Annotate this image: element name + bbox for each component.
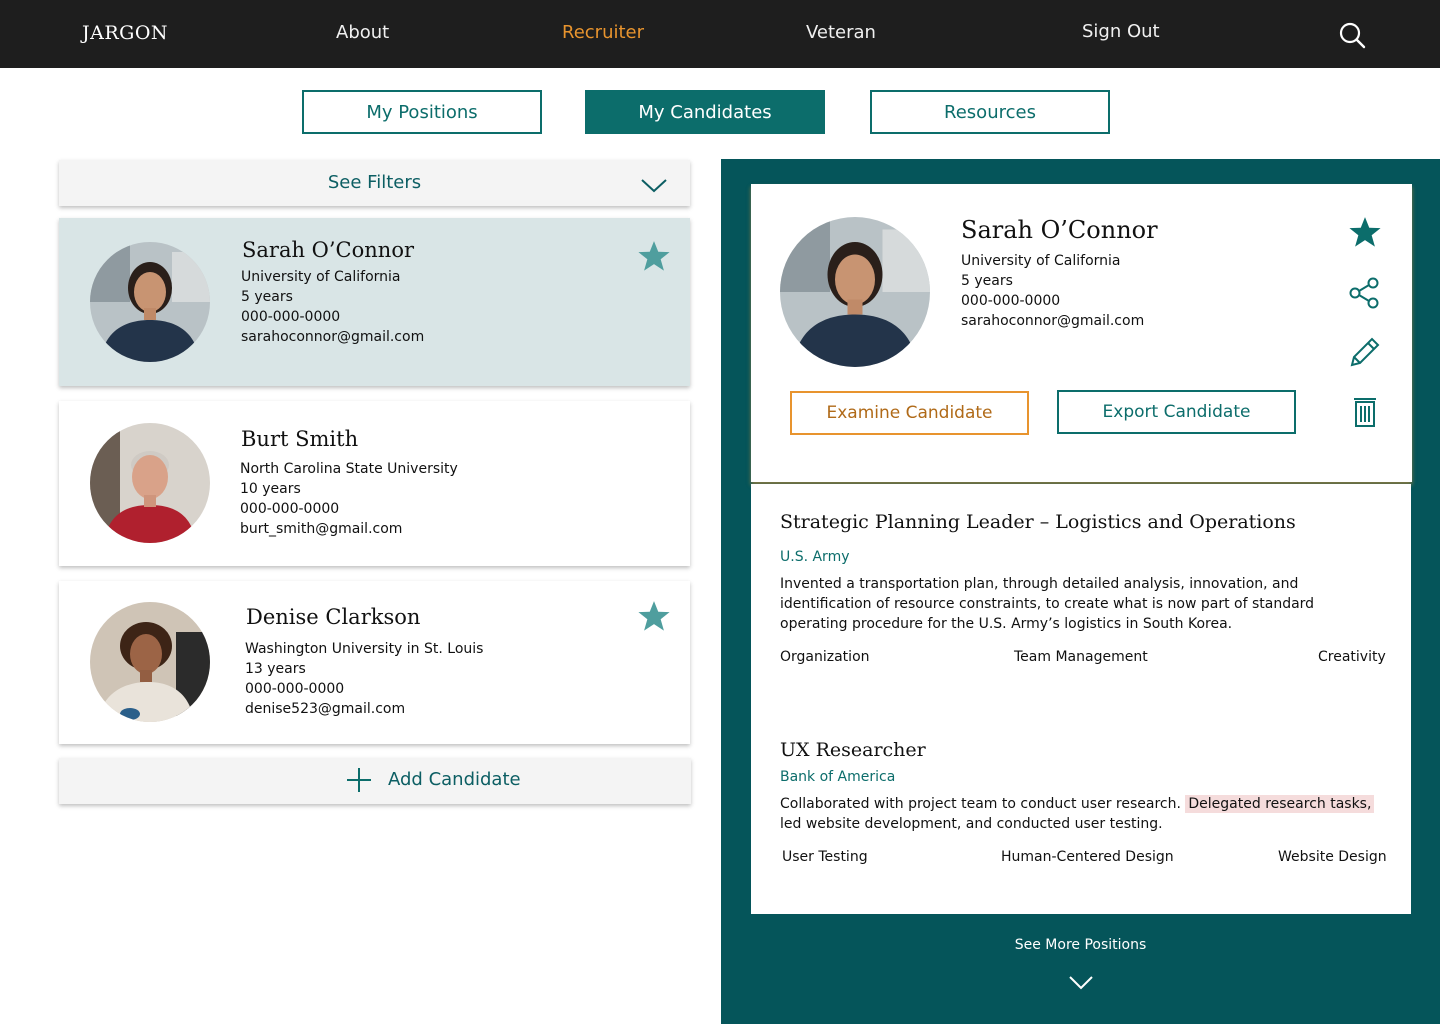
candidate-email: burt_smith@gmail.com [240,521,403,537]
detail-school: University of California [961,253,1121,269]
skill-tag: Creativity [1318,649,1386,665]
candidate-card[interactable]: Sarah O’Connor University of California … [59,218,690,386]
star-icon[interactable] [637,239,671,273]
position-org: U.S. Army [780,549,850,565]
nav-veteran[interactable]: Veteran [806,22,876,43]
chevron-down-icon [641,179,667,193]
detail-phone: 000-000-0000 [961,293,1061,309]
skill-tag: Website Design [1278,849,1387,865]
nav-about[interactable]: About [336,22,389,43]
tab-resources[interactable]: Resources [870,90,1110,134]
candidate-experience: 10 years [240,481,301,497]
candidate-name: Burt Smith [241,427,359,451]
candidate-experience: 5 years [241,289,293,305]
trash-icon[interactable] [1348,394,1382,428]
see-filters-label: See Filters [327,172,422,193]
position-org: Bank of America [780,769,896,785]
top-nav: JARGON About Recruiter Veteran Sign Out [0,0,1440,68]
avatar [90,423,210,543]
candidate-phone: 000-000-0000 [245,681,345,697]
pencil-icon[interactable] [1348,335,1382,369]
see-filters-dropdown[interactable]: See Filters [59,160,690,206]
nav-sign-out[interactable]: Sign Out [1082,21,1160,42]
position-title: Strategic Planning Leader – Logistics an… [780,511,1296,533]
avatar [780,217,930,367]
detail-name: Sarah O’Connor [961,216,1158,244]
candidate-school: Washington University in St. Louis [245,641,484,657]
candidate-email: denise523@gmail.com [245,701,406,717]
skill-tag: User Testing [782,849,868,865]
highlighted-text: Delegated research tasks, [1185,795,1375,813]
candidate-phone: 000-000-0000 [240,501,340,517]
candidate-email: sarahoconnor@gmail.com [241,329,425,345]
search-icon[interactable] [1338,21,1366,49]
share-icon[interactable] [1348,276,1382,310]
candidate-phone: 000-000-0000 [241,309,341,325]
candidate-school: University of California [241,269,401,285]
avatar [90,602,210,722]
candidate-card[interactable]: Denise Clarkson Washington University in… [59,581,690,744]
add-candidate-button[interactable]: Add Candidate [59,758,691,804]
detail-info: University of California 5 years 000-000… [961,251,1144,331]
nav-recruiter[interactable]: Recruiter [562,22,644,43]
export-candidate-button[interactable]: Export Candidate [1057,390,1296,434]
see-more-positions-link[interactable]: See More Positions [721,937,1440,953]
skill-tag: Organization [780,649,870,665]
candidate-info: Washington University in St. Louis 13 ye… [245,639,483,719]
chevron-down-icon[interactable] [1068,974,1094,992]
tab-my-candidates[interactable]: My Candidates [585,90,825,134]
skill-tag: Human-Centered Design [1001,849,1174,865]
candidate-card[interactable]: Burt Smith North Carolina State Universi… [59,401,690,566]
candidate-info: North Carolina State University 10 years… [240,459,458,539]
candidate-name: Denise Clarkson [246,605,421,629]
examine-candidate-button[interactable]: Examine Candidate [790,391,1029,435]
position-description: Collaborated with project team to conduc… [780,794,1375,834]
star-icon[interactable] [1348,215,1382,249]
plus-icon [347,768,371,792]
brand-logo[interactable]: JARGON [82,22,168,44]
tab-my-positions[interactable]: My Positions [302,90,542,134]
star-icon[interactable] [637,599,671,633]
position-title: UX Researcher [780,739,926,761]
detail-experience: 5 years [961,273,1013,289]
positions-list: Strategic Planning Leader – Logistics an… [751,484,1411,914]
candidate-name: Sarah O’Connor [242,238,414,262]
add-candidate-label: Add Candidate [388,769,521,790]
avatar [90,242,210,362]
profile-card: Sarah O’Connor University of California … [751,184,1412,482]
detail-email: sarahoconnor@gmail.com [961,313,1145,329]
position-description: Invented a transportation plan, through … [780,576,1315,632]
candidate-experience: 13 years [245,661,306,677]
candidate-info: University of California 5 years 000-000… [241,267,424,347]
candidate-school: North Carolina State University [240,461,458,477]
skill-tag: Team Management [1014,649,1148,665]
